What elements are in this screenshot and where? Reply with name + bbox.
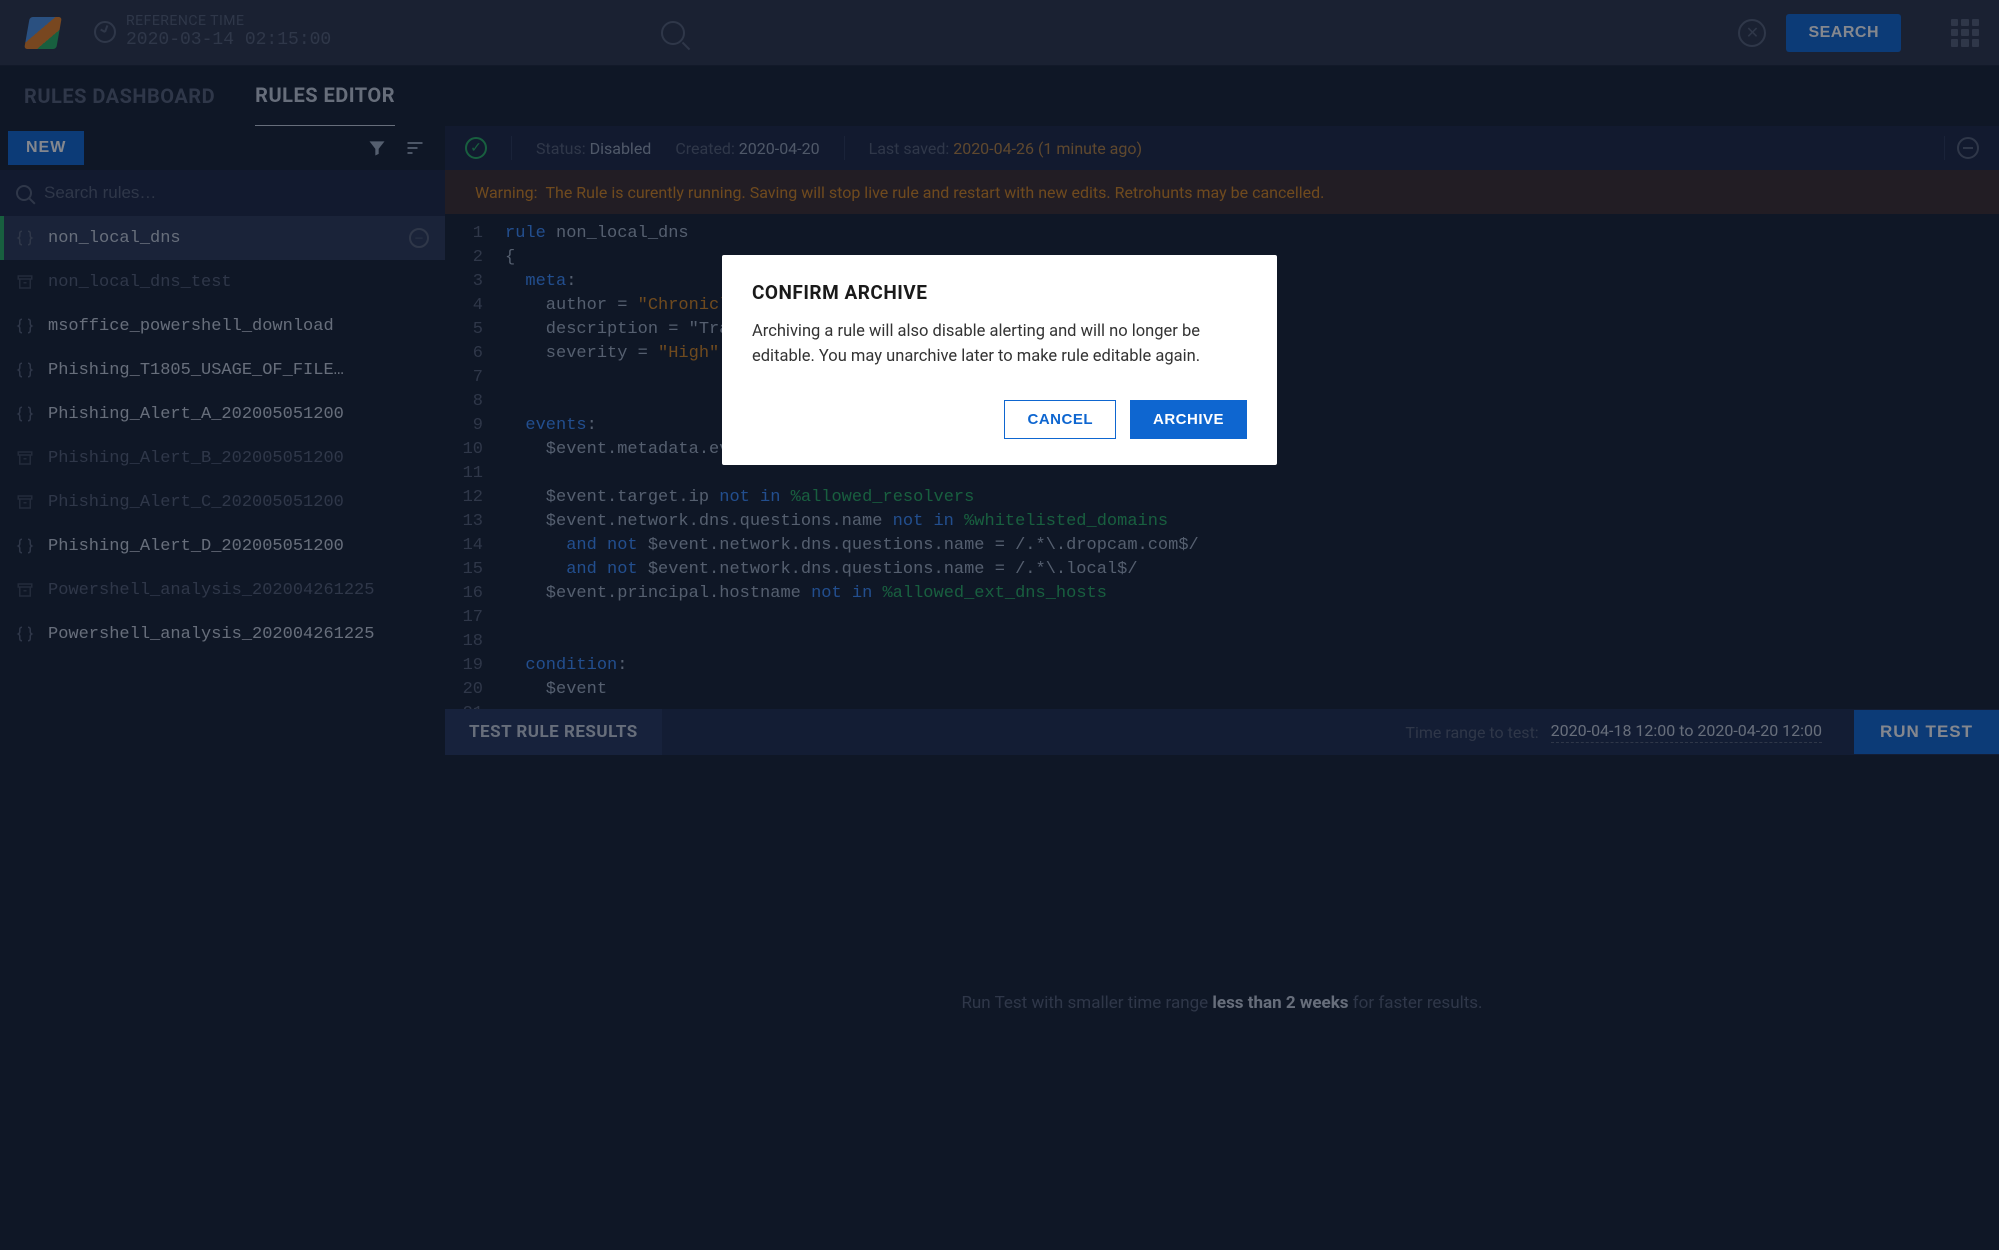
archive-button[interactable]: ARCHIVE	[1130, 400, 1247, 439]
confirm-archive-dialog: CONFIRM ARCHIVE Archiving a rule will al…	[722, 255, 1277, 465]
dialog-body: Archiving a rule will also disable alert…	[752, 320, 1247, 370]
dialog-title: CONFIRM ARCHIVE	[752, 281, 1247, 304]
modal-overlay[interactable]: CONFIRM ARCHIVE Archiving a rule will al…	[0, 0, 1999, 1250]
cancel-button[interactable]: CANCEL	[1004, 400, 1116, 439]
dialog-actions: CANCEL ARCHIVE	[752, 400, 1247, 439]
